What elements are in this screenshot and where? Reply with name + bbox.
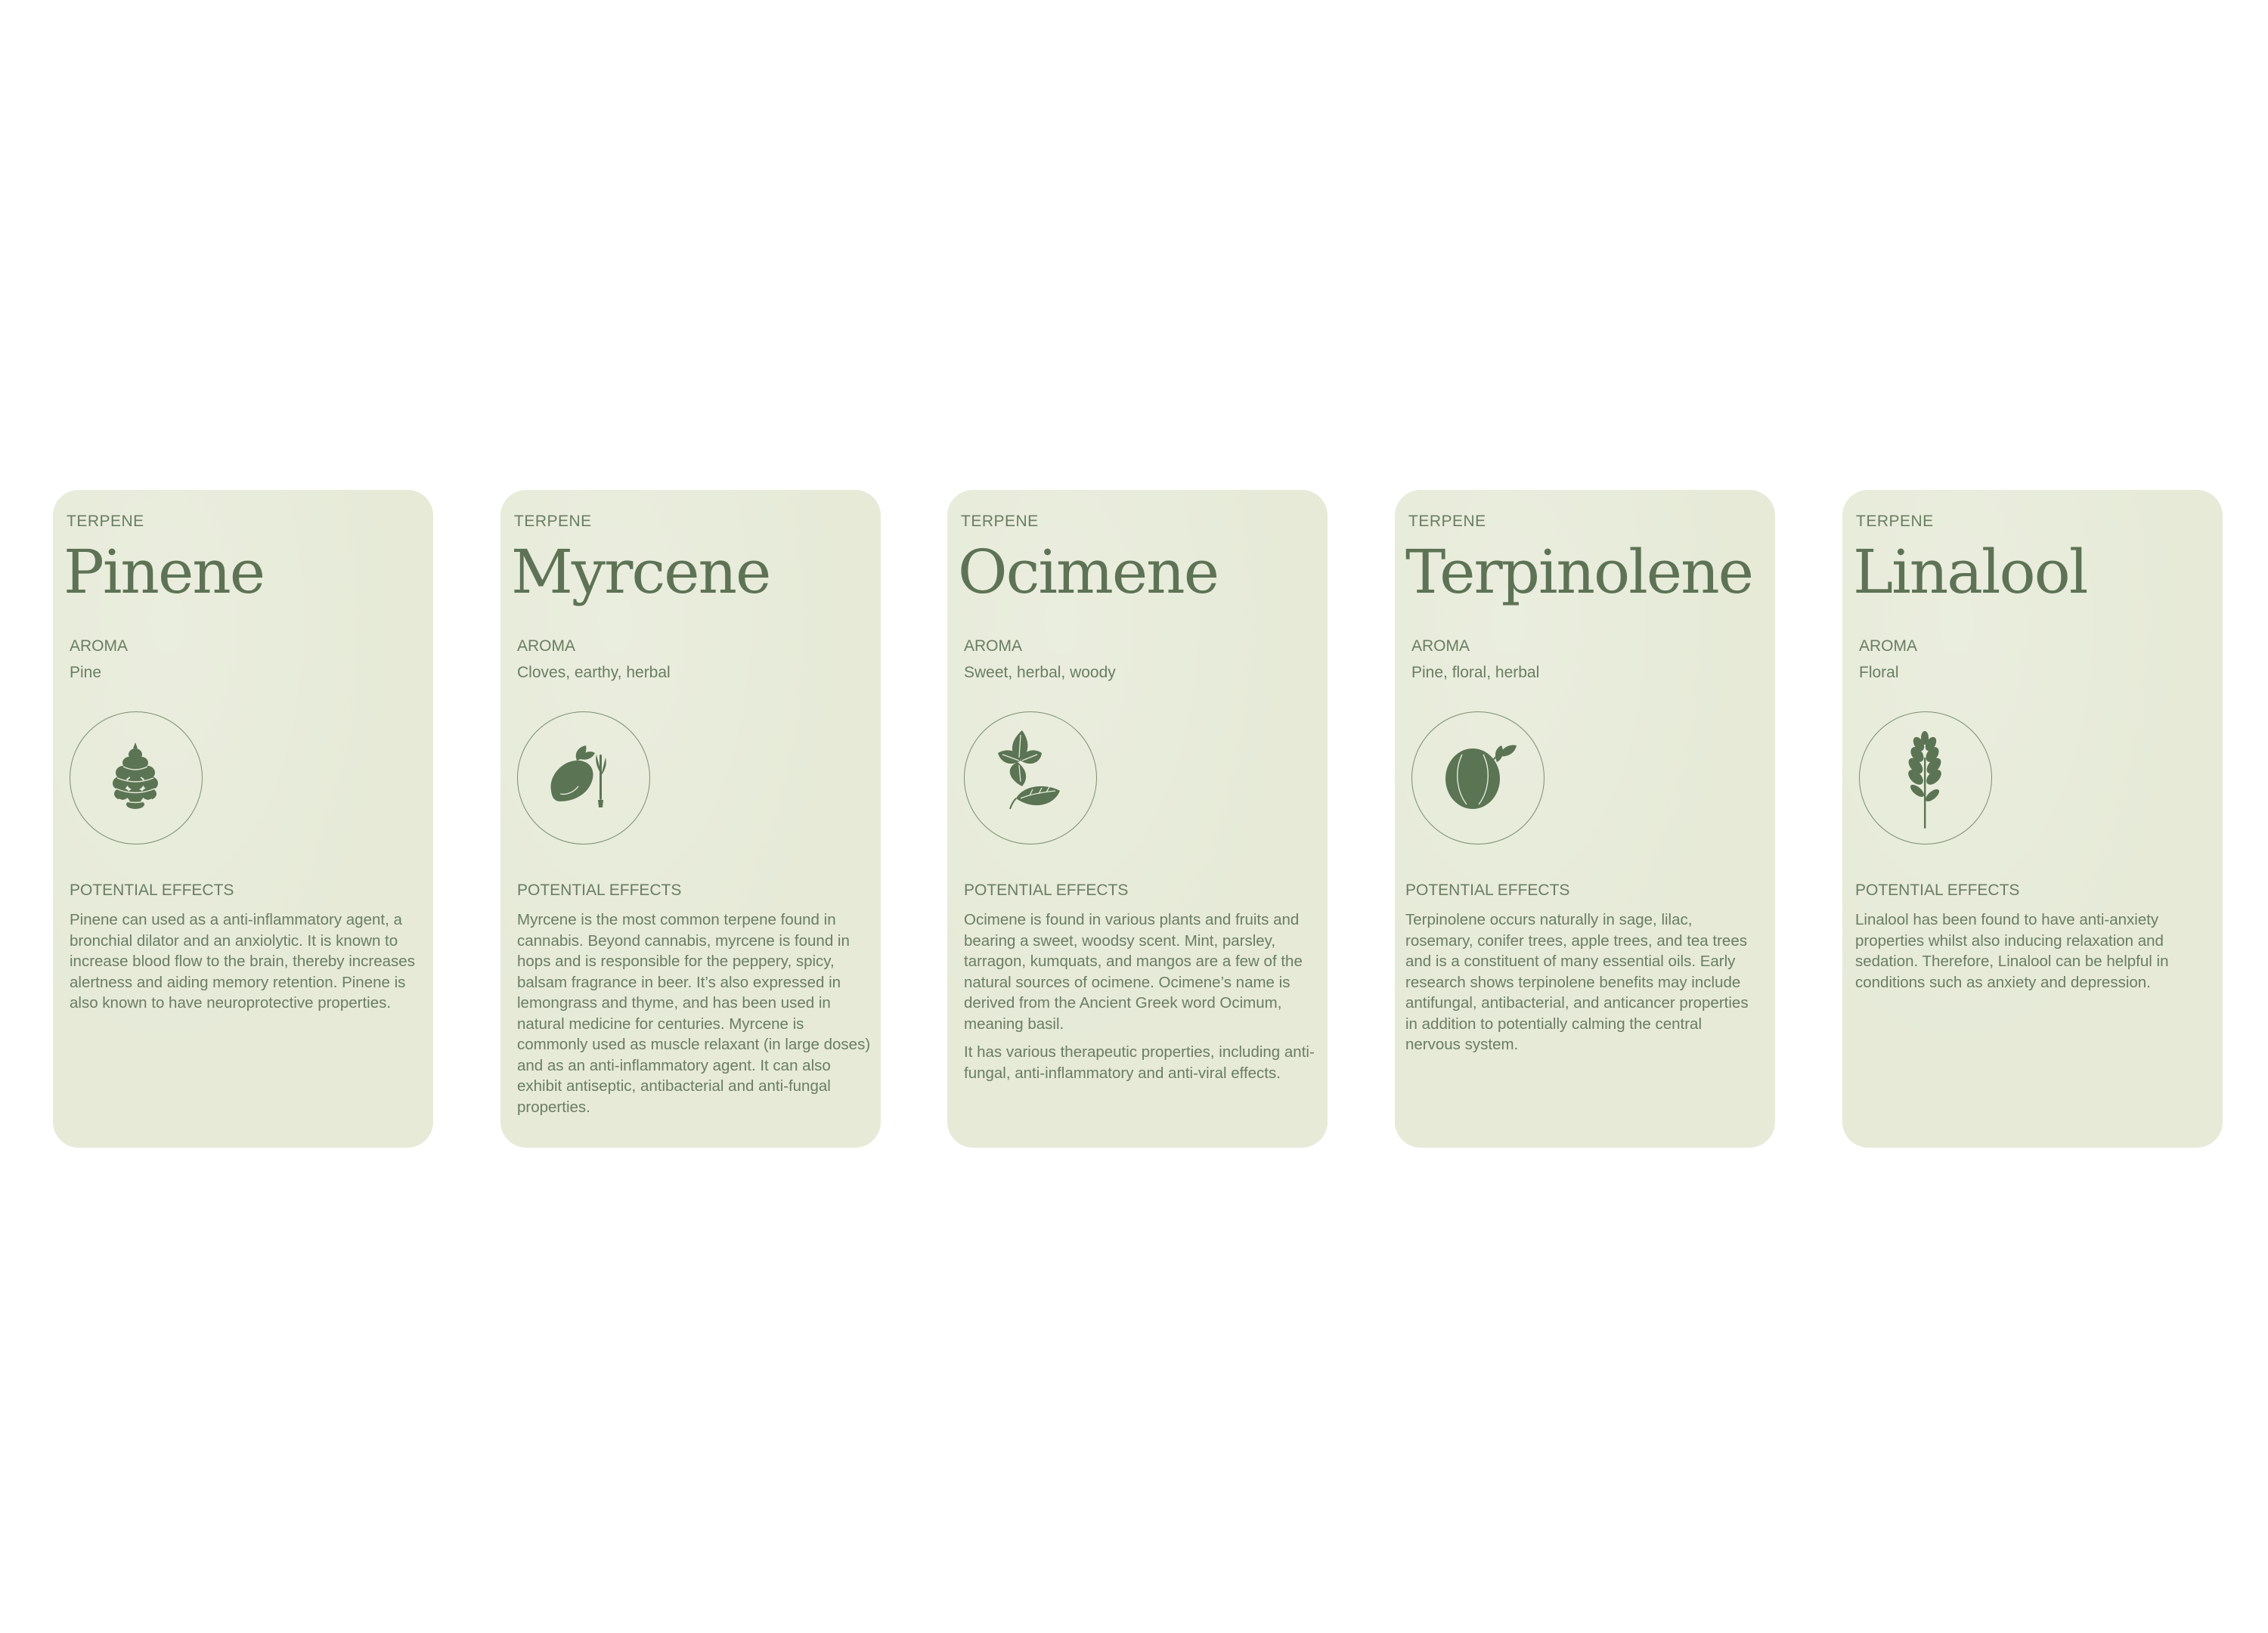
terpene-card-pinene: TERPENE Pinene AROMA Pine POTENTIAL EFFE… [53,490,433,1148]
effects-paragraph: Myrcene is the most common terpene found… [517,911,871,1116]
terpene-card-linalool: TERPENE Linalool AROMA Floral POTENTIAL … [1842,490,2223,1148]
aroma-value: Pine [70,664,102,681]
effects-label: POTENTIAL EFFECTS [964,882,1129,899]
effects-paragraph: It has various therapeutic properties, i… [964,1043,1315,1082]
lavender-sprig-icon [1908,731,1941,829]
card-eyebrow: TERPENE [1856,513,1934,530]
effects-text: Myrcene is the most common terpene found… [517,909,871,1125]
icon-ring [70,711,203,844]
effects-paragraph: Ocimene is found in various plants and f… [964,911,1303,1033]
terpene-name: Myrcene [511,537,771,607]
card-eyebrow: TERPENE [1408,513,1486,530]
effects-label: POTENTIAL EFFECTS [1855,882,2020,899]
aroma-value: Floral [1859,664,1899,681]
terpene-name: Linalool [1853,537,2088,607]
effects-label: POTENTIAL EFFECTS [70,882,234,899]
aroma-label: AROMA [70,637,129,655]
nutmeg-icon [1445,745,1517,809]
card-eyebrow: TERPENE [67,513,144,530]
basil-leaves-icon [998,730,1060,810]
aroma-label: AROMA [964,637,1023,655]
icon-ring [517,711,650,844]
effects-paragraph: Linalool has been found to have anti-anx… [1855,911,2169,991]
effects-label: POTENTIAL EFFECTS [1405,882,1570,899]
aroma-label: AROMA [1411,637,1470,655]
effects-paragraph: Pinene can used as a anti-inflammatory a… [70,911,415,1012]
effects-text: Linalool has been found to have anti-anx… [1855,909,2214,1000]
card-eyebrow: TERPENE [961,513,1039,530]
terpene-card-terpinolene: TERPENE Terpinolene AROMA Pine, floral, … [1395,490,1775,1148]
aroma-value: Sweet, herbal, woody [964,664,1116,681]
aroma-value: Pine, floral, herbal [1411,664,1540,681]
effects-label: POTENTIAL EFFECTS [517,882,682,899]
aroma-label: AROMA [1859,637,1918,655]
terpene-name: Ocimene [958,537,1219,607]
terpene-name: Pinene [64,537,265,607]
terpene-card-myrcene: TERPENE Myrcene AROMA Cloves, earthy, he… [500,490,881,1148]
effects-text: Terpinolene occurs naturally in sage, li… [1405,909,1759,1063]
effects-text: Ocimene is found in various plants and f… [964,909,1318,1091]
card-eyebrow: TERPENE [514,513,592,530]
terpene-cards-page: TERPENE Pinene AROMA Pine POTENTIAL EFFE… [0,0,2268,1633]
terpene-name: Terpinolene [1405,537,1754,607]
icon-ring [1411,711,1545,844]
effects-paragraph: Terpinolene occurs naturally in sage, li… [1405,911,1749,1053]
effects-text: Pinene can used as a anti-inflammatory a… [70,909,423,1021]
icon-ring [964,711,1097,844]
mango-lemongrass-icon [550,745,606,807]
aroma-label: AROMA [517,637,576,655]
icon-ring [1859,711,1992,844]
terpene-card-ocimene: TERPENE Ocimene AROMA Sweet, herbal, woo… [947,490,1328,1148]
aroma-value: Cloves, earthy, herbal [517,664,671,681]
pine-cone-icon [113,742,158,809]
